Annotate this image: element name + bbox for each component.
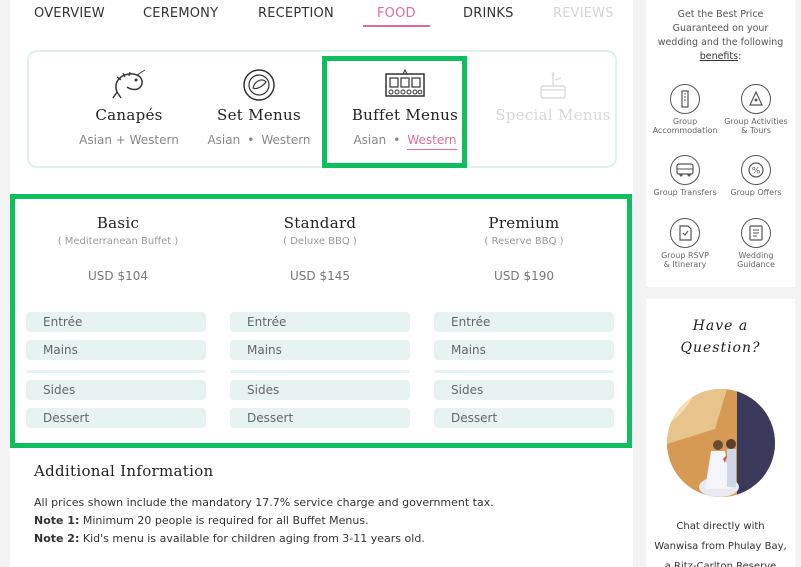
benefit-label: Group RSVP & Itinerary xyxy=(661,251,709,269)
menu-type-title: Buffet Menus xyxy=(351,106,459,124)
benefit-group-offers[interactable]: % Group Offers xyxy=(721,155,791,197)
question-panel: Have a Question? Chat directly with Wanw… xyxy=(646,299,795,567)
menu-type-special-menus: Special Menus xyxy=(473,52,633,166)
package-name: Standard xyxy=(283,214,357,232)
course-row-entree[interactable]: Entrée xyxy=(26,312,206,332)
benefit-group-activities[interactable]: Group Activities & Tours xyxy=(721,84,791,135)
main-panel: OVERVIEW CEREMONY RECEPTION FOOD DRINKS … xyxy=(10,0,633,567)
note-text: Kid's menu is available for children agi… xyxy=(79,532,425,545)
tab-overview[interactable]: OVERVIEW xyxy=(34,6,105,21)
note-1: Note 1: Minimum 20 people is required fo… xyxy=(34,514,369,527)
note-label: Note 2: xyxy=(34,532,80,545)
note-label: Note 1: xyxy=(34,514,80,527)
additional-info-title: Additional Information xyxy=(34,462,214,480)
cuisine-western-option-selected[interactable]: Western xyxy=(407,133,457,150)
package-price: USD $190 xyxy=(494,269,554,283)
benefit-group-rsvp[interactable]: Group RSVP & Itinerary xyxy=(650,218,720,269)
tab-drinks[interactable]: DRINKS xyxy=(463,6,514,21)
package-standard: Standard ( Deluxe BBQ ) USD $145 xyxy=(225,214,415,283)
guidance-icon xyxy=(741,218,771,248)
tab-reviews: REVIEWS xyxy=(553,6,614,21)
svg-text:%: % xyxy=(752,167,761,177)
tab-ceremony[interactable]: CEREMONY xyxy=(143,6,218,21)
package-price: USD $145 xyxy=(290,269,350,283)
course-row-divider xyxy=(230,370,410,373)
buffet-tray-icon xyxy=(385,68,425,97)
course-row-dessert[interactable]: Dessert xyxy=(26,408,206,428)
benefit-label: Group Activities & Tours xyxy=(724,117,788,135)
benefits-link[interactable]: benefits xyxy=(700,51,738,62)
menu-type-title: Special Menus xyxy=(495,106,611,124)
package-name: Basic xyxy=(96,214,140,232)
note-text: Minimum 20 people is required for all Bu… xyxy=(79,514,369,527)
package-description: ( Reserve BBQ ) xyxy=(484,236,564,247)
intro-colon: : xyxy=(738,51,742,62)
course-row-divider xyxy=(434,370,614,373)
benefit-label: Group Offers xyxy=(730,188,782,197)
course-row-entree[interactable]: Entrée xyxy=(230,312,410,332)
intro-line: benefits: xyxy=(646,50,795,64)
course-row-entree[interactable]: Entrée xyxy=(434,312,614,332)
benefit-wedding-guidance[interactable]: Wedding Guidance xyxy=(721,218,791,269)
cuisine-western-option[interactable]: Western xyxy=(261,133,310,147)
question-line: Have a xyxy=(692,318,749,334)
question-line: Question? xyxy=(680,340,761,356)
package-description: ( Mediterranean Buffet ) xyxy=(57,236,179,247)
package-name: Premium xyxy=(488,214,560,232)
benefit-label: Group Accommodation xyxy=(652,117,718,135)
course-row-dessert[interactable]: Dessert xyxy=(434,408,614,428)
menu-type-cuisine: Asian • Western xyxy=(325,133,485,150)
chat-line: Wanwisa from Phulay Bay, xyxy=(654,541,787,552)
cake-icon xyxy=(540,72,566,99)
package-price: USD $104 xyxy=(88,269,148,283)
course-row-dessert[interactable]: Dessert xyxy=(230,408,410,428)
chat-text: Chat directly with Wanwisa from Phulay B… xyxy=(646,517,795,567)
course-row-mains[interactable]: Mains xyxy=(434,340,614,360)
tab-food[interactable]: FOOD xyxy=(363,6,430,27)
shrimp-icon xyxy=(112,69,146,99)
chat-line: Chat directly with xyxy=(676,521,765,532)
tab-reception[interactable]: RECEPTION xyxy=(258,6,334,21)
plate-icon xyxy=(243,69,275,101)
menu-type-selector: Canapés Asian + Western Set Menus Asian •… xyxy=(27,50,617,168)
chat-line: a Ritz-Carlton Reserve xyxy=(664,561,777,567)
benefit-group-transfers[interactable]: Group Transfers xyxy=(650,155,720,197)
course-row-sides[interactable]: Sides xyxy=(434,380,614,400)
have-a-question-heading: Have a Question? xyxy=(646,315,795,359)
section-tabs: OVERVIEW CEREMONY RECEPTION FOOD DRINKS … xyxy=(10,0,633,28)
accommodation-icon xyxy=(670,84,700,114)
course-row-sides[interactable]: Sides xyxy=(230,380,410,400)
package-premium: Premium ( Reserve BBQ ) USD $190 xyxy=(429,214,619,283)
menu-type-cuisine: Asian • Western xyxy=(207,133,311,147)
couple-photo xyxy=(667,389,775,497)
menu-type-title: Set Menus xyxy=(217,106,301,124)
note-2: Note 2: Kid's menu is available for chil… xyxy=(34,532,425,545)
benefit-group-accommodation[interactable]: Group Accommodation xyxy=(650,84,720,135)
activities-icon xyxy=(741,84,771,114)
package-basic: Basic ( Mediterranean Buffet ) USD $104 xyxy=(23,214,213,283)
benefits-panel: Get the Best Price Guaranteed on your we… xyxy=(646,0,795,287)
intro-line: Guaranteed on your xyxy=(672,23,769,34)
benefits-intro: Get the Best Price Guaranteed on your we… xyxy=(646,8,795,64)
course-row-mains[interactable]: Mains xyxy=(26,340,206,360)
package-description: ( Deluxe BBQ ) xyxy=(283,236,357,247)
benefit-label: Wedding Guidance xyxy=(737,251,775,269)
rsvp-icon xyxy=(670,218,700,248)
pricing-note: All prices shown include the mandatory 1… xyxy=(34,496,494,509)
menu-type-buffet-menus[interactable]: Buffet Menus Asian • Western xyxy=(325,52,485,166)
cuisine-asian-option[interactable]: Asian xyxy=(207,133,240,147)
course-row-mains[interactable]: Mains xyxy=(230,340,410,360)
benefit-label: Group Transfers xyxy=(653,188,717,197)
bus-icon xyxy=(670,155,700,185)
intro-line: wedding and the following xyxy=(657,37,784,48)
cuisine-asian-option[interactable]: Asian xyxy=(353,133,386,147)
course-row-divider xyxy=(26,370,206,373)
menu-type-set-menus[interactable]: Set Menus Asian • Western xyxy=(179,52,339,166)
percent-icon: % xyxy=(741,155,771,185)
course-row-sides[interactable]: Sides xyxy=(26,380,206,400)
intro-line: Get the Best Price xyxy=(677,9,764,20)
